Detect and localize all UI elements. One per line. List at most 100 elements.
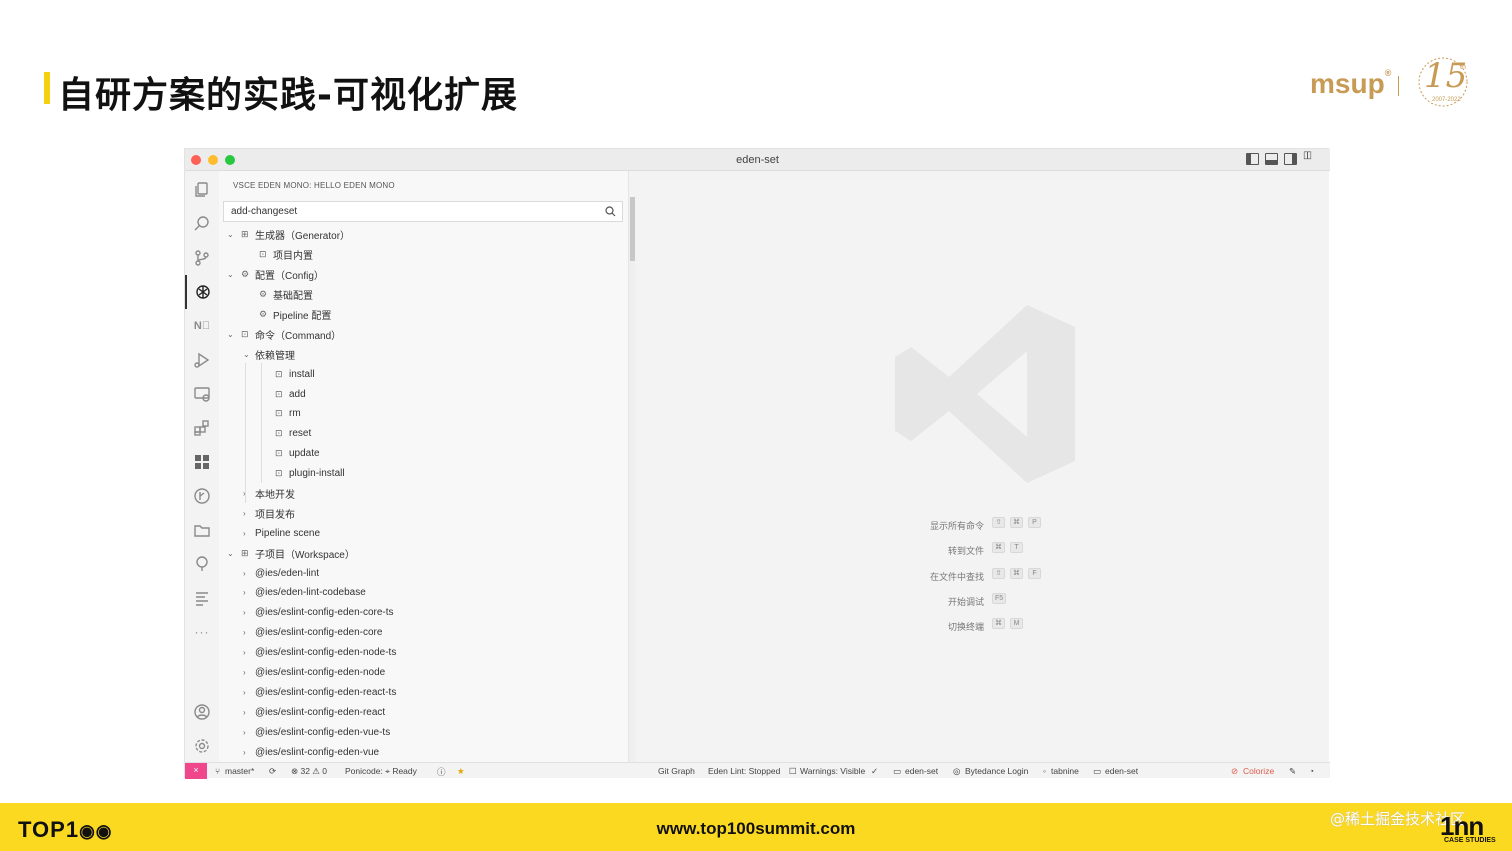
chevron-right-icon[interactable]: › bbox=[243, 588, 246, 597]
tabnine-status[interactable]: tabnine bbox=[1051, 766, 1079, 776]
folder2-status[interactable]: eden-set bbox=[1105, 766, 1138, 776]
command-hint[interactable]: 转到文件 ⌘ T bbox=[836, 540, 1136, 565]
chevron-right-icon[interactable]: › bbox=[243, 668, 246, 677]
source-control-icon[interactable] bbox=[185, 241, 219, 275]
chevron-right-icon[interactable]: › bbox=[243, 569, 246, 578]
chevron-down-icon[interactable]: ⌄ bbox=[243, 350, 250, 359]
tree-item[interactable]: › @ies/eslint-config-eden-vue bbox=[219, 742, 619, 762]
toggle-panel-icon[interactable] bbox=[1265, 153, 1278, 165]
editor-area: 显示所有命令 ⇧ ⌘ P 转到文件 ⌘ T 在文件中查找 ⇧ ⌘ F 开始调试 F5 切换终端 ⌘ M bbox=[636, 171, 1329, 762]
tree-item[interactable]: ⌄ 依赖管理 bbox=[219, 344, 619, 364]
info-icon[interactable]: ⓘ bbox=[437, 766, 446, 778]
command-hint[interactable]: 开始调试 F5 bbox=[836, 591, 1136, 616]
chevron-down-icon[interactable]: ⌄ bbox=[227, 270, 234, 279]
problems-indicator[interactable]: ⊗ 32 ⚠ 0 bbox=[291, 766, 327, 777]
tree-item[interactable]: ⚙ Pipeline 配置 bbox=[219, 305, 619, 325]
star-icon[interactable]: ★ bbox=[457, 766, 465, 777]
terminal-icon: ⊡ bbox=[275, 428, 283, 439]
chevron-down-icon[interactable]: ⌄ bbox=[227, 549, 234, 558]
chevron-right-icon[interactable]: › bbox=[243, 509, 246, 518]
chevron-down-icon[interactable]: ⌄ bbox=[227, 330, 234, 339]
tree-item-label: @ies/eden-lint bbox=[255, 567, 320, 579]
colorize-status[interactable]: Colorize bbox=[1243, 766, 1274, 776]
remote-indicator[interactable]: × bbox=[185, 763, 207, 779]
eden-extension-icon[interactable] bbox=[185, 275, 219, 309]
command-hint[interactable]: 在文件中查找 ⇧ ⌘ F bbox=[836, 566, 1136, 591]
search-button-icon[interactable] bbox=[604, 205, 617, 218]
tree-item[interactable]: ⊡ update bbox=[219, 444, 619, 464]
toggle-secondary-sidebar-icon[interactable] bbox=[1284, 153, 1297, 165]
eden-lint-status[interactable]: Eden Lint: Stopped bbox=[708, 766, 780, 776]
window-title: eden-set bbox=[736, 154, 779, 166]
search-input[interactable] bbox=[231, 206, 591, 217]
chevron-right-icon[interactable]: › bbox=[243, 608, 246, 617]
key-cap: ⌘ bbox=[992, 542, 1005, 554]
tree-item[interactable]: › @ies/eslint-config-eden-vue-ts bbox=[219, 722, 619, 742]
tree-item[interactable]: ⌄ ⊞ 子项目（Workspace） bbox=[219, 543, 619, 563]
tree-item[interactable]: ⊡ 项目内置 bbox=[219, 245, 619, 265]
ponicode-status[interactable]: Ponicode: ⌖ Ready bbox=[345, 766, 417, 777]
chevron-right-icon[interactable]: › bbox=[243, 728, 246, 737]
chevron-right-icon[interactable]: › bbox=[243, 529, 246, 538]
feedback-icon[interactable]: ✎ bbox=[1289, 766, 1296, 777]
chevron-right-icon[interactable]: › bbox=[243, 748, 246, 757]
settings-gear-icon[interactable] bbox=[185, 729, 219, 763]
chevron-right-icon[interactable]: › bbox=[243, 688, 246, 697]
chevron-right-icon[interactable]: › bbox=[243, 628, 246, 637]
git-graph-icon[interactable] bbox=[185, 479, 219, 513]
tree-item[interactable]: › @ies/eslint-config-eden-react-ts bbox=[219, 682, 619, 702]
tree-item[interactable]: ⊡ plugin-install bbox=[219, 464, 619, 484]
chevron-down-icon[interactable]: ⌄ bbox=[227, 230, 234, 239]
folder-status[interactable]: eden-set bbox=[905, 766, 938, 776]
tree-item[interactable]: ⊡ install bbox=[219, 364, 619, 384]
sync-icon[interactable]: ⟳ bbox=[269, 766, 276, 777]
warnings-checkbox-icon[interactable]: ☐ bbox=[789, 766, 797, 777]
search-icon[interactable] bbox=[185, 207, 219, 241]
tree-item[interactable]: › @ies/eslint-config-eden-core bbox=[219, 623, 619, 643]
tree-item[interactable]: › @ies/eslint-config-eden-node bbox=[219, 663, 619, 683]
run-debug-icon[interactable] bbox=[185, 343, 219, 377]
customize-layout-icon[interactable] bbox=[1303, 150, 1316, 165]
command-hint[interactable]: 切换终端 ⌘ M bbox=[836, 616, 1136, 641]
warnings-status[interactable]: Warnings: Visible bbox=[800, 766, 865, 776]
chevron-right-icon[interactable]: › bbox=[243, 648, 246, 657]
anniversary-logo: 15 th 2007-2022 bbox=[1410, 52, 1476, 108]
extensions-icon[interactable] bbox=[185, 411, 219, 445]
grid-icon[interactable] bbox=[185, 445, 219, 479]
anniversary-years: 2007-2022 bbox=[1432, 97, 1461, 103]
git-branch[interactable]: master* bbox=[225, 766, 254, 776]
tree-item[interactable]: › @ies/eslint-config-eden-react bbox=[219, 702, 619, 722]
git-graph-status[interactable]: Git Graph bbox=[658, 766, 695, 776]
tree-item[interactable]: ⚙ 基础配置 bbox=[219, 285, 619, 305]
tree-icon[interactable] bbox=[185, 547, 219, 581]
toggle-sidebar-icon[interactable] bbox=[1246, 153, 1259, 165]
layout-controls bbox=[1246, 150, 1316, 165]
tree-item[interactable]: › @ies/eden-lint bbox=[219, 563, 619, 583]
tree-item[interactable]: ⊡ rm bbox=[219, 404, 619, 424]
tree-item[interactable]: › 项目发布 bbox=[219, 503, 619, 523]
tree-item[interactable]: ⊡ reset bbox=[219, 424, 619, 444]
explorer-icon[interactable] bbox=[185, 173, 219, 207]
more-icon[interactable]: ··· bbox=[185, 615, 219, 649]
sidebar-scrollbar-track[interactable] bbox=[629, 197, 635, 762]
tree-item[interactable]: › @ies/eden-lint-codebase bbox=[219, 583, 619, 603]
tree-item[interactable]: ⌄ ⚙ 配置（Config） bbox=[219, 265, 619, 285]
folder-icon[interactable] bbox=[185, 513, 219, 547]
tree-item[interactable]: ⌄ ⊞ 生成器（Generator） bbox=[219, 225, 619, 245]
tree-item[interactable]: ⌄ ⊡ 命令（Command） bbox=[219, 324, 619, 344]
remote-explorer-icon[interactable] bbox=[185, 377, 219, 411]
sidebar-scrollbar-thumb[interactable] bbox=[630, 197, 635, 261]
bytedance-login[interactable]: Bytedance Login bbox=[965, 766, 1028, 776]
account-icon[interactable] bbox=[185, 695, 219, 729]
nx-icon[interactable]: N⃓ bbox=[185, 309, 219, 343]
tree-item[interactable]: › Pipeline scene bbox=[219, 523, 619, 543]
command-hint[interactable]: 显示所有命令 ⇧ ⌘ P bbox=[836, 515, 1136, 540]
chevron-right-icon[interactable]: › bbox=[243, 708, 246, 717]
tree-item[interactable]: ›本地开发 bbox=[219, 484, 619, 504]
tree-item[interactable]: ⊡ add bbox=[219, 384, 619, 404]
notifications-icon[interactable]: ◔ bbox=[1309, 766, 1314, 776]
tree-item[interactable]: › @ies/eslint-config-eden-node-ts bbox=[219, 643, 619, 663]
tree-item[interactable]: › @ies/eslint-config-eden-core-ts bbox=[219, 603, 619, 623]
outline-icon[interactable] bbox=[185, 581, 219, 615]
key-cap: T bbox=[1010, 542, 1023, 554]
